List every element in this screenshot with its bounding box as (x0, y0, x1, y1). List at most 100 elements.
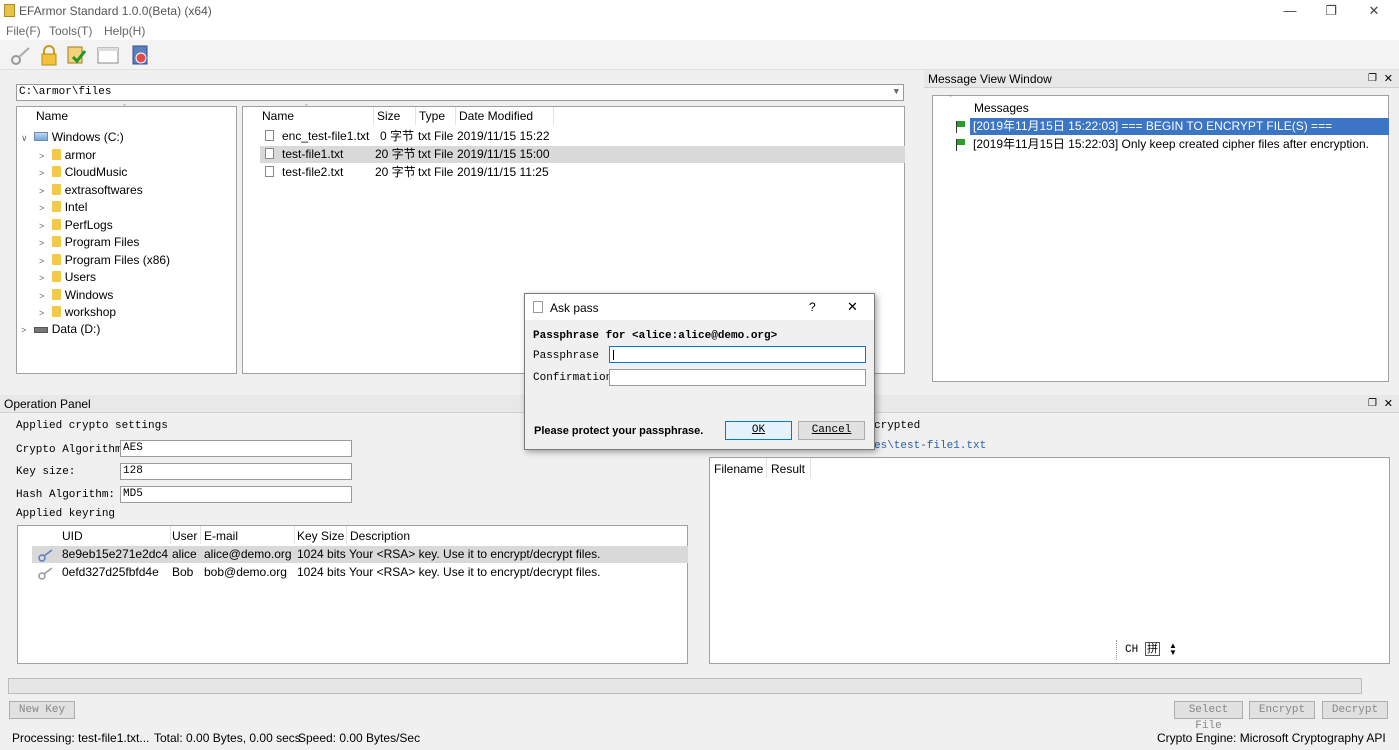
tree-item-label: extrasoftwares (64, 183, 143, 197)
help-button[interactable]: ? (809, 300, 816, 314)
chevron-right-icon[interactable]: > (39, 235, 49, 252)
tree-item-program-files[interactable]: > Program Files (39, 234, 139, 251)
tree-item-cloudmusic[interactable]: > CloudMusic (39, 164, 127, 181)
chevron-down-icon[interactable]: ∨ (21, 130, 31, 147)
col-divider[interactable] (373, 107, 374, 125)
col-divider[interactable] (200, 526, 201, 544)
path-combobox[interactable]: C:\armor\files ▼ (16, 84, 904, 101)
keyring-row-selected[interactable]: 8e9eb15e271e2dc4 alice alice@demo.org 10… (32, 546, 688, 563)
passphrase-input[interactable] (609, 346, 866, 363)
chevron-right-icon[interactable]: > (39, 305, 49, 322)
keyring-col-user[interactable]: User (172, 527, 197, 545)
keyring-col-description[interactable]: Description (350, 527, 410, 545)
file-row[interactable]: test-file2.txt 20 字节 txt File 2019/11/15… (260, 164, 905, 181)
float-icon[interactable]: ❐ (1368, 395, 1377, 413)
tree-item-program-files-x86[interactable]: > Program Files (x86) (39, 252, 170, 269)
crypto-algorithm-label: Crypto Algorithm: (16, 444, 129, 456)
file-size: 20 字节 (375, 165, 416, 179)
close-icon[interactable]: ✕ (1384, 70, 1393, 88)
col-divider[interactable] (766, 458, 767, 478)
key-size-label: Key size: (16, 466, 76, 478)
chevron-right-icon[interactable]: > (39, 218, 49, 235)
minimize-button[interactable]: — (1267, 0, 1313, 22)
file-name: test-file1.txt (282, 147, 344, 161)
maximize-button[interactable]: ❐ (1308, 0, 1354, 22)
tree-item-windows[interactable]: > Windows (39, 287, 113, 304)
keyring-col-email[interactable]: E-mail (204, 527, 238, 545)
chevron-right-icon[interactable]: > (39, 270, 49, 287)
col-divider[interactable] (346, 526, 347, 544)
decrypt-button[interactable]: Decrypt (1322, 701, 1388, 719)
dialog-close-button[interactable]: ✕ (847, 299, 858, 315)
ime-indicator[interactable]: CH 拼 ▲ ▼ (1116, 640, 1177, 660)
tree-item-users[interactable]: > Users (39, 269, 96, 286)
file-date: 2019/11/15 11:25 (457, 165, 549, 179)
tree-item-perflogs[interactable]: > PerfLogs (39, 217, 113, 234)
tree-item-extrasoftwares[interactable]: > extrasoftwares (39, 182, 143, 199)
message-list[interactable]: ˇ Messages [2019年11月15日 15:22:03] === BE… (932, 94, 1389, 382)
keyring-group-label: Applied keyring (16, 508, 116, 520)
col-divider[interactable] (170, 526, 171, 544)
hash-algorithm-field[interactable]: MD5 (120, 486, 352, 503)
tree-header-name[interactable]: Name (36, 107, 68, 125)
window-tool-button[interactable] (96, 44, 120, 66)
menu-tools[interactable]: Tools(T) (49, 24, 92, 38)
col-header-size[interactable]: Size (377, 107, 400, 125)
close-window-button[interactable]: ✕ (1351, 0, 1397, 22)
float-icon[interactable]: ❐ (1368, 70, 1377, 88)
status-total: Total: 0.00 Bytes, 0.00 secs (154, 731, 301, 745)
keyring-col-keysize[interactable]: Key Size (297, 527, 344, 545)
tree-item-armor[interactable]: > armor (39, 147, 96, 164)
tree-item-workshop[interactable]: > workshop (39, 304, 116, 321)
message-row[interactable]: [2019年11月15日 15:22:03] Only keep created… (953, 136, 1389, 153)
col-header-type[interactable]: Type (419, 107, 445, 125)
file-row[interactable]: enc_test-file1.txt 0 字节 txt File 2019/11… (260, 128, 905, 145)
results-list[interactable]: Filename Result CH 拼 ▲ ▼ (709, 457, 1390, 664)
col-divider[interactable] (294, 526, 295, 544)
ok-button[interactable]: OK (725, 421, 792, 440)
tree-item-intel[interactable]: > Intel (39, 199, 87, 216)
close-icon[interactable]: ✕ (1384, 395, 1393, 413)
cancel-button[interactable]: Cancel (798, 421, 865, 440)
crypto-algorithm-field[interactable]: AES (120, 440, 352, 457)
keyring-list[interactable]: UID User E-mail Key Size Description 8e9… (17, 525, 688, 664)
lock-tool-button[interactable] (37, 44, 61, 66)
chevron-right-icon[interactable]: > (39, 165, 49, 182)
results-col-filename[interactable]: Filename (714, 460, 763, 478)
gear-book-icon (132, 45, 148, 65)
keyring-col-uid[interactable]: UID (62, 527, 83, 545)
select-file-button[interactable]: Select File (1174, 701, 1243, 732)
keyring-row[interactable]: 0efd327d25fbfd4e Bob bob@demo.org 1024 b… (32, 564, 688, 581)
chevron-down-icon[interactable]: ▼ (894, 85, 899, 100)
chevron-right-icon[interactable]: > (39, 288, 49, 305)
chevron-right-icon[interactable]: > (21, 322, 31, 339)
col-divider[interactable] (810, 458, 811, 478)
key-tool-button[interactable] (9, 44, 33, 66)
settings-tool-button[interactable] (129, 44, 153, 66)
chevron-right-icon[interactable]: > (39, 183, 49, 200)
menu-file[interactable]: File(F) (6, 24, 41, 38)
tree-item-windows-c[interactable]: ∨ Windows (C:) (21, 129, 124, 146)
menu-help[interactable]: Help(H) (104, 24, 145, 38)
chevron-right-icon[interactable]: > (39, 200, 49, 217)
col-divider[interactable] (455, 107, 456, 125)
file-row-selected[interactable]: test-file1.txt 20 字节 txt File 2019/11/15… (260, 146, 905, 163)
tree-item-label: CloudMusic (64, 165, 128, 179)
col-divider[interactable] (415, 107, 416, 125)
key-size-field[interactable]: 128 (120, 463, 352, 480)
col-header-date[interactable]: Date Modified (459, 107, 533, 125)
chevron-right-icon[interactable]: > (39, 253, 49, 270)
tree-item-label: Windows (C:) (51, 130, 124, 144)
encrypt-button[interactable]: Encrypt (1249, 701, 1315, 719)
folder-tree[interactable]: Name ˆ ∨ Windows (C:) > armor > CloudMus… (16, 103, 237, 374)
chevron-right-icon[interactable]: > (39, 148, 49, 165)
tree-item-data-d[interactable]: > Data (D:) (21, 321, 100, 338)
verify-tool-button[interactable] (65, 44, 89, 66)
col-divider[interactable] (553, 107, 554, 125)
col-header-name[interactable]: Name (262, 107, 294, 125)
new-key-button[interactable]: New Key (9, 701, 75, 719)
message-row-selected[interactable]: [2019年11月15日 15:22:03] === BEGIN TO ENCR… (953, 118, 1389, 135)
results-col-result[interactable]: Result (771, 460, 805, 478)
confirmation-input[interactable] (609, 369, 866, 386)
messages-header[interactable]: Messages (974, 99, 1029, 117)
